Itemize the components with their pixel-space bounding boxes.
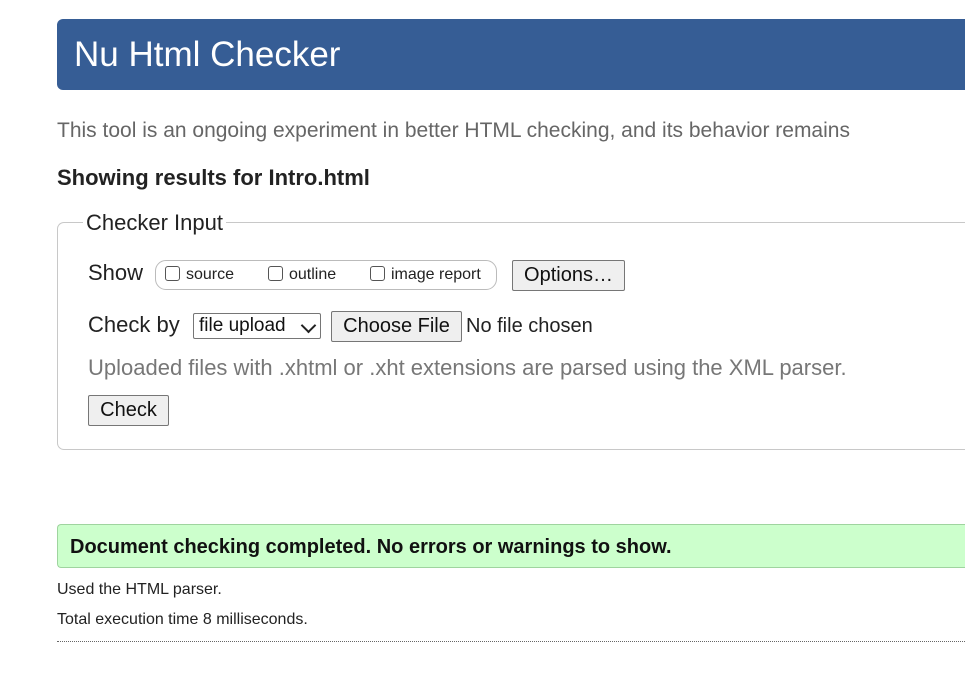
show-outline-label[interactable]: outline: [289, 264, 336, 286]
show-image-report-option[interactable]: image report: [370, 264, 481, 286]
choose-file-button[interactable]: Choose File: [331, 311, 462, 342]
success-message-box: Document checking completed. No errors o…: [57, 524, 965, 568]
page-title: Nu Html Checker: [74, 35, 341, 74]
show-image-report-checkbox[interactable]: [370, 265, 385, 281]
show-label: Show: [88, 260, 144, 285]
show-outline-checkbox[interactable]: [268, 265, 283, 281]
show-options-group: source outline image report: [155, 260, 497, 290]
results-heading: Showing results for Intro.html: [57, 165, 370, 190]
check-by-label: Check by: [88, 312, 180, 337]
page-header: Nu Html Checker: [57, 19, 965, 90]
divider: [57, 641, 965, 642]
show-image-report-label[interactable]: image report: [391, 264, 481, 286]
parser-info: Used the HTML parser.: [57, 581, 222, 598]
show-source-label[interactable]: source: [186, 264, 234, 286]
intro-text: This tool is an ongoing experiment in be…: [57, 119, 850, 142]
check-by-selected-value[interactable]: file upload: [199, 315, 286, 336]
show-source-option[interactable]: source: [165, 264, 234, 286]
chevron-down-icon[interactable]: [300, 317, 317, 334]
show-source-checkbox[interactable]: [165, 265, 180, 281]
check-button[interactable]: Check: [88, 395, 169, 426]
check-by-select[interactable]: file upload: [193, 313, 321, 339]
xml-parser-hint: Uploaded files with .xhtml or .xht exten…: [88, 355, 847, 380]
success-message: Document checking completed. No errors o…: [70, 536, 672, 558]
show-outline-option[interactable]: outline: [268, 264, 336, 286]
options-button[interactable]: Options…: [512, 260, 625, 291]
file-status: No file chosen: [466, 315, 593, 337]
checker-input-legend: Checker Input: [83, 208, 226, 238]
execution-time: Total execution time 8 milliseconds.: [57, 611, 308, 628]
